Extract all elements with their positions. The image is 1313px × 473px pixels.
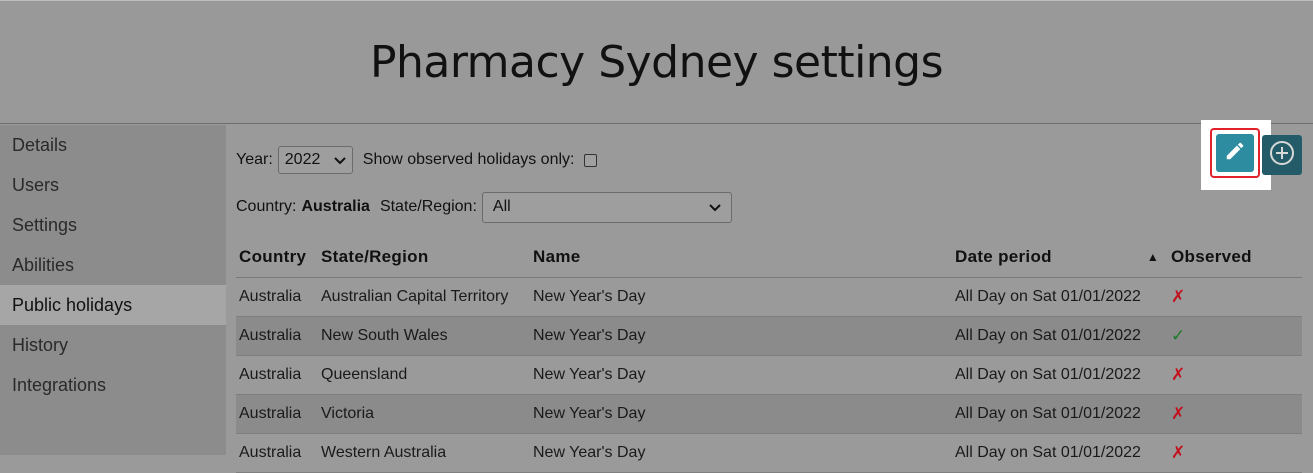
cell-state: Queensland bbox=[318, 355, 530, 395]
cell-observed: ✗ bbox=[1168, 433, 1302, 473]
cell-date: All Day on Sat 01/01/2022 bbox=[952, 277, 1168, 317]
observed-only-label: Show observed holidays only: bbox=[362, 151, 575, 168]
check-icon: ✓ bbox=[1171, 326, 1186, 345]
column-header-name[interactable]: Name bbox=[530, 237, 952, 278]
cell-date: All Day on Sat 01/01/2022 bbox=[952, 355, 1168, 395]
observed-only-checkbox[interactable] bbox=[584, 153, 598, 167]
cell-country: Australia bbox=[236, 394, 318, 434]
edit-button-highlight bbox=[1201, 120, 1271, 190]
cell-country: Australia bbox=[236, 277, 318, 317]
cross-icon: ✗ bbox=[1171, 365, 1186, 384]
country-value: Australia bbox=[301, 198, 370, 215]
cell-state: Western Australia bbox=[318, 433, 530, 473]
sidebar-item-abilities[interactable]: Abilities bbox=[0, 245, 226, 285]
column-header-date-label: Date period bbox=[955, 247, 1052, 266]
table-row[interactable]: Australia Victoria New Year's Day All Da… bbox=[236, 394, 1302, 434]
edit-button-outline bbox=[1210, 128, 1260, 178]
edit-button[interactable] bbox=[1216, 134, 1254, 172]
cell-date: All Day on Sat 01/01/2022 bbox=[952, 433, 1168, 473]
year-select[interactable]: 2022 bbox=[277, 146, 353, 174]
cross-icon: ✗ bbox=[1171, 404, 1186, 423]
holidays-table: Country State/Region Name Date period ▲ … bbox=[236, 237, 1302, 473]
sidebar-item-details[interactable]: Details bbox=[0, 125, 226, 165]
year-label: Year: bbox=[236, 151, 273, 168]
cross-icon: ✗ bbox=[1171, 443, 1186, 462]
add-holiday-button[interactable] bbox=[1262, 135, 1302, 175]
table-row[interactable]: Australia Western Australia New Year's D… bbox=[236, 433, 1302, 473]
sidebar: Details Users Settings Abilities Public … bbox=[0, 125, 226, 455]
column-header-country[interactable]: Country bbox=[236, 237, 318, 278]
sidebar-item-users[interactable]: Users bbox=[0, 165, 226, 205]
cell-name: New Year's Day bbox=[530, 355, 952, 395]
sidebar-item-history[interactable]: History bbox=[0, 325, 226, 365]
sidebar-item-integrations[interactable]: Integrations bbox=[0, 365, 226, 405]
cell-country: Australia bbox=[236, 316, 318, 356]
column-header-state[interactable]: State/Region bbox=[318, 237, 530, 278]
cell-observed: ✗ bbox=[1168, 355, 1302, 395]
cell-name: New Year's Day bbox=[530, 394, 952, 434]
cell-state: Victoria bbox=[318, 394, 530, 434]
pencil-icon bbox=[1224, 140, 1246, 167]
sidebar-item-public-holidays[interactable]: Public holidays bbox=[0, 285, 226, 325]
table-row[interactable]: Australia New South Wales New Year's Day… bbox=[236, 316, 1302, 356]
page-header: Pharmacy Sydney settings bbox=[0, 0, 1313, 124]
state-label: State/Region: bbox=[379, 198, 477, 215]
chevron-down-icon bbox=[709, 200, 721, 215]
cross-icon: ✗ bbox=[1171, 287, 1186, 306]
table-row[interactable]: Australia Queensland New Year's Day All … bbox=[236, 355, 1302, 395]
cell-name: New Year's Day bbox=[530, 277, 952, 317]
cell-observed: ✗ bbox=[1168, 394, 1302, 434]
cell-date: All Day on Sat 01/01/2022 bbox=[952, 394, 1168, 434]
state-select[interactable]: All bbox=[481, 191, 732, 223]
column-header-observed[interactable]: Observed bbox=[1168, 237, 1302, 278]
cell-name: New Year's Day bbox=[530, 316, 952, 356]
cell-observed: ✗ bbox=[1168, 277, 1302, 317]
plus-circle-icon bbox=[1268, 139, 1296, 172]
table-header-row: Country State/Region Name Date period ▲ … bbox=[236, 237, 1302, 278]
country-label: Country: bbox=[236, 198, 297, 215]
cell-country: Australia bbox=[236, 433, 318, 473]
cell-state: New South Wales bbox=[318, 316, 530, 356]
cell-country: Australia bbox=[236, 355, 318, 395]
state-value: All bbox=[492, 198, 511, 215]
column-header-date[interactable]: Date period ▲ bbox=[952, 237, 1168, 278]
chevron-down-icon bbox=[334, 153, 346, 168]
sidebar-item-settings[interactable]: Settings bbox=[0, 205, 226, 245]
page-title: Pharmacy Sydney settings bbox=[369, 37, 944, 88]
sort-ascending-icon: ▲ bbox=[1146, 250, 1159, 264]
main-content: Year: 2022 Show observed holidays only: … bbox=[226, 120, 1313, 473]
cell-state: Australian Capital Territory bbox=[318, 277, 530, 317]
year-value: 2022 bbox=[284, 151, 321, 168]
cell-observed: ✓ bbox=[1168, 316, 1302, 356]
cell-name: New Year's Day bbox=[530, 433, 952, 473]
filters-panel: Year: 2022 Show observed holidays only: … bbox=[236, 145, 732, 223]
cell-date: All Day on Sat 01/01/2022 bbox=[952, 316, 1168, 356]
table-row[interactable]: Australia Australian Capital Territory N… bbox=[236, 277, 1302, 317]
